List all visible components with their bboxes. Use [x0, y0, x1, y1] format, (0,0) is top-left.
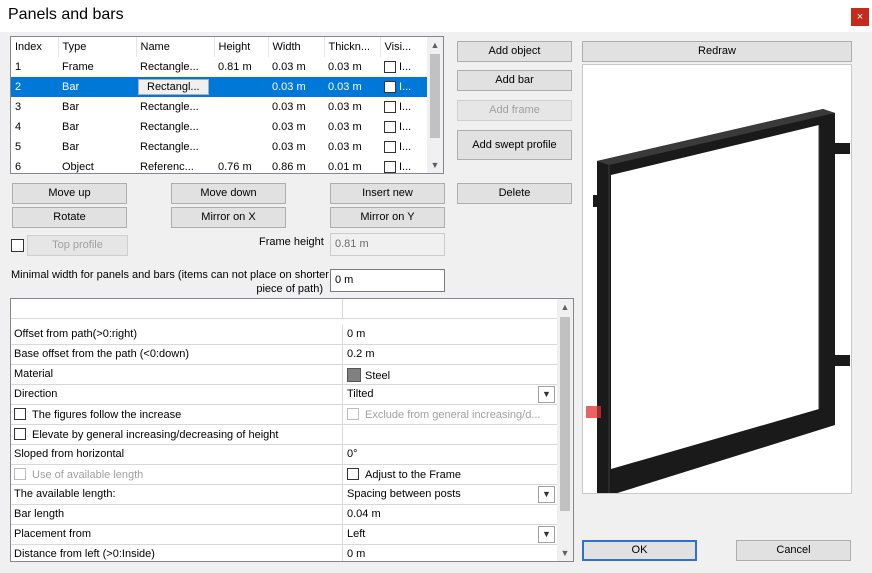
items-grid[interactable]: Index Type Name Height Width Thickn... V…: [10, 36, 444, 174]
add-bar-button[interactable]: Add bar: [457, 70, 572, 91]
redraw-button[interactable]: Redraw: [582, 41, 852, 62]
title-bar: [0, 0, 872, 32]
table-row[interactable]: 3 Bar Rectangle... 0.03 m 0.03 m I...: [11, 97, 428, 117]
rotate-button[interactable]: Rotate: [12, 207, 127, 228]
material-value[interactable]: Steel: [344, 365, 557, 385]
property-row: Direction Tilted ▼: [11, 385, 557, 405]
material-swatch-icon: [347, 368, 361, 382]
col-thickness-header[interactable]: Thickn...: [324, 37, 381, 57]
property-row: Material Steel: [11, 365, 557, 385]
property-row: Sloped from horizontal 0°: [11, 445, 557, 465]
cancel-button[interactable]: Cancel: [736, 540, 851, 561]
minimal-width-label: Minimal width for panels and bars (items…: [11, 269, 329, 295]
distance-left-value[interactable]: 0 m: [344, 545, 557, 561]
top-profile-button[interactable]: Top profile: [27, 235, 128, 256]
property-grid[interactable]: Offset from path(>0:right) 0 m Base offs…: [10, 298, 574, 562]
add-frame-button[interactable]: Add frame: [457, 100, 572, 121]
name-cell-editor[interactable]: Rectangl...: [138, 79, 209, 95]
frame-preview-graphic: [586, 109, 850, 495]
ok-button[interactable]: OK: [582, 540, 697, 561]
frame-height-field[interactable]: 0.81 m: [330, 233, 445, 256]
chevron-down-icon[interactable]: ▼: [538, 526, 555, 543]
property-row: The available length: Spacing between po…: [11, 485, 557, 505]
table-row[interactable]: 4 Bar Rectangle... 0.03 m 0.03 m I...: [11, 117, 428, 137]
visible-checkbox[interactable]: [384, 161, 396, 173]
offset-from-path-value[interactable]: 0 m: [344, 325, 557, 345]
chevron-down-icon[interactable]: ▼: [538, 486, 555, 503]
visible-checkbox[interactable]: [384, 141, 396, 154]
table-row[interactable]: 5 Bar Rectangle... 0.03 m 0.03 m I...: [11, 137, 428, 157]
visible-checkbox[interactable]: [384, 101, 396, 114]
property-row: Offset from path(>0:right) 0 m: [11, 325, 557, 345]
property-row: Elevate by general increasing/decreasing…: [11, 425, 557, 445]
col-height-header[interactable]: Height: [214, 37, 269, 57]
minimal-width-field[interactable]: 0 m: [330, 269, 445, 292]
exclude-increasing-checkbox[interactable]: [347, 408, 359, 420]
preview-viewport[interactable]: [582, 64, 852, 495]
chevron-down-icon[interactable]: ▼: [538, 386, 555, 403]
top-profile-checkbox[interactable]: [11, 239, 24, 252]
property-row: [11, 299, 557, 319]
col-index-header[interactable]: Index: [11, 37, 59, 57]
direction-select[interactable]: Tilted ▼: [344, 385, 557, 405]
property-row: Placement from Left ▼: [11, 525, 557, 545]
mirror-x-button[interactable]: Mirror on X: [171, 207, 286, 228]
col-visible-header[interactable]: Visi...: [380, 37, 429, 57]
property-row: Use of available length Adjust to the Fr…: [11, 465, 557, 485]
frame-height-label: Frame height: [259, 236, 324, 248]
property-scrollbar[interactable]: ▲ ▼: [557, 299, 573, 561]
property-row: The figures follow the increase Exclude …: [11, 405, 557, 425]
elevate-checkbox[interactable]: [14, 428, 26, 440]
col-name-header[interactable]: Name: [136, 37, 215, 57]
visible-checkbox[interactable]: [384, 81, 396, 94]
visible-checkbox[interactable]: [384, 121, 396, 134]
use-available-length-checkbox[interactable]: [14, 468, 26, 480]
grid-header: Index Type Name Height Width Thickn... V…: [11, 37, 429, 57]
property-row: Distance from left (>0:Inside) 0 m: [11, 545, 557, 561]
close-button[interactable]: ×: [851, 8, 869, 26]
available-length-select[interactable]: Spacing between posts ▼: [344, 485, 557, 505]
scroll-thumb[interactable]: [560, 317, 570, 511]
chevron-up-icon[interactable]: ▲: [427, 37, 443, 53]
property-row: Bar length 0.04 m: [11, 505, 557, 525]
add-swept-profile-button[interactable]: Add swept profile: [457, 130, 572, 160]
move-up-button[interactable]: Move up: [12, 183, 127, 204]
grid-scrollbar[interactable]: ▲ ▼: [427, 37, 443, 173]
sloped-value[interactable]: 0°: [344, 445, 557, 465]
chevron-down-icon[interactable]: ▼: [427, 157, 443, 173]
bar-length-value[interactable]: 0.04 m: [344, 505, 557, 525]
window-title: Panels and bars: [8, 6, 124, 23]
visible-checkbox[interactable]: [384, 61, 396, 74]
table-row[interactable]: 6 Object Referenc... 0.76 m 0.86 m 0.01 …: [11, 157, 428, 173]
move-down-button[interactable]: Move down: [171, 183, 286, 204]
scroll-thumb[interactable]: [430, 54, 440, 138]
insert-new-button[interactable]: Insert new: [330, 183, 445, 204]
base-offset-value[interactable]: 0.2 m: [344, 345, 557, 365]
mirror-y-button[interactable]: Mirror on Y: [330, 207, 445, 228]
chevron-up-icon[interactable]: ▲: [557, 299, 573, 315]
add-object-button[interactable]: Add object: [457, 41, 572, 62]
delete-button[interactable]: Delete: [457, 183, 572, 204]
col-width-header[interactable]: Width: [268, 37, 325, 57]
chevron-down-icon[interactable]: ▼: [557, 545, 573, 561]
col-type-header[interactable]: Type: [58, 37, 137, 57]
property-row: Base offset from the path (<0:down) 0.2 …: [11, 345, 557, 365]
placement-select[interactable]: Left ▼: [344, 525, 557, 545]
adjust-frame-checkbox[interactable]: [347, 468, 359, 480]
table-row[interactable]: 2 Bar Rectangl... 0.03 m 0.03 m I...: [11, 77, 428, 97]
figures-follow-checkbox[interactable]: [14, 408, 26, 420]
table-row[interactable]: 1 Frame Rectangle... 0.81 m 0.03 m 0.03 …: [11, 57, 428, 77]
